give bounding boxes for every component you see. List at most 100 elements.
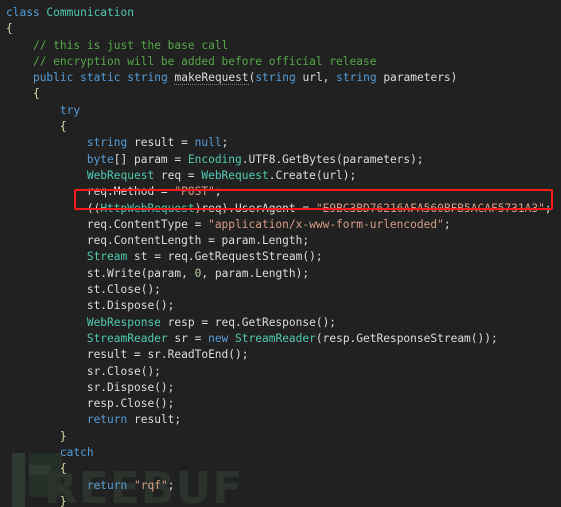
code-token: req.ContentLength = param.Length;: [86, 234, 310, 248]
code-token: static: [80, 71, 121, 85]
code-line: st.Close();: [6, 282, 561, 298]
code-token: req.ContentType =: [86, 217, 209, 231]
code-token: "rqf": [134, 478, 168, 492]
code-token: try: [59, 103, 81, 117]
code-token: public: [32, 71, 74, 85]
code-line: // encryption will be added before offic…: [6, 54, 561, 70]
code-line: return "rqf";: [6, 478, 561, 494]
code-token: // this is just the base call: [32, 38, 229, 52]
code-token: , param.Length);: [201, 266, 310, 280]
code-token: req.Method =: [86, 185, 175, 199]
code-token: makeRequest: [174, 71, 249, 86]
code-token: resp.Close();: [86, 397, 175, 411]
code-line: {: [6, 86, 561, 102]
code-token: [] param =: [113, 152, 188, 166]
code-line: try: [6, 103, 561, 119]
code-token: }: [59, 429, 67, 443]
code-token: st.Write(param,: [86, 266, 195, 280]
code-token: (resp.GetResponseStream());: [315, 331, 498, 345]
code-line: req.Method = "POST";: [6, 184, 561, 200]
code-token: WebRequest: [86, 168, 155, 182]
code-token: ;: [167, 478, 175, 492]
code-token: req =: [154, 168, 202, 182]
code-token: // encryption will be added before offic…: [32, 54, 377, 68]
code-line: sr.Close();: [6, 364, 561, 380]
code-token: parameters): [376, 71, 458, 85]
code-token: StreamReader: [235, 331, 316, 345]
code-line: }: [6, 494, 561, 507]
code-token: new: [208, 331, 229, 345]
code-token: url,: [295, 71, 337, 85]
code-token: string: [336, 71, 377, 85]
code-token: null: [194, 136, 222, 150]
code-line: catch: [6, 445, 561, 461]
code-token: string: [127, 71, 168, 85]
code-token: HttpWebRequest: [100, 201, 195, 215]
code-token: result;: [127, 413, 182, 427]
code-token: ((: [86, 201, 101, 215]
code-token: string: [255, 71, 296, 85]
code-token: st.Close();: [86, 283, 161, 297]
code-line: public static string makeRequest(string …: [6, 70, 561, 86]
code-line: string result = null;: [6, 135, 561, 151]
code-token: sr.Dispose();: [86, 380, 175, 394]
code-editor-pane: REEBUF class Communication{ // this is j…: [0, 0, 561, 507]
code-token: {: [59, 120, 67, 134]
code-token: .UTF8.GetBytes(parameters);: [241, 152, 424, 166]
code-line: Stream st = req.GetRequestStream();: [6, 249, 561, 265]
code-token: {: [59, 462, 67, 476]
code-token: resp = req.GetResponse();: [160, 315, 337, 329]
code-line: req.ContentLength = param.Length;: [6, 233, 561, 249]
code-line: }: [6, 429, 561, 445]
code-line: ((HttpWebRequest)req).UserAgent = "E9BC3…: [6, 201, 561, 217]
code-token: {: [32, 87, 40, 101]
code-token: StreamReader: [86, 331, 168, 345]
code-line: req.ContentType = "application/x-www-for…: [6, 217, 561, 233]
code-line: {: [6, 461, 561, 477]
code-token: return: [86, 413, 128, 427]
code-token: Stream: [86, 250, 128, 264]
code-token: )req).UserAgent =: [194, 201, 316, 215]
code-token: sr.Close();: [86, 364, 161, 378]
code-token: WebRequest: [201, 168, 269, 182]
code-line: // this is just the base call: [6, 38, 561, 54]
code-token: {: [6, 22, 13, 36]
code-line: st.Dispose();: [6, 298, 561, 314]
code-token: Communication: [46, 6, 134, 19]
code-token: st.Dispose();: [86, 299, 175, 313]
code-token: string: [86, 136, 128, 150]
code-token: result = sr.ReadToEnd();: [86, 348, 249, 362]
code-line: result = sr.ReadToEnd();: [6, 347, 561, 363]
code-token: "E9BC3BD76216AFA560BFB5ACAF5731A3": [315, 201, 545, 215]
code-token: .Create(url);: [268, 168, 357, 182]
code-token: Encoding: [187, 152, 242, 166]
code-token: WebResponse: [86, 315, 161, 329]
code-token: "POST": [174, 185, 215, 199]
code-token: ;: [221, 136, 229, 150]
code-token: ;: [214, 185, 222, 199]
code-token: st = req.GetRequestStream();: [127, 250, 323, 264]
code-line: class Communication: [6, 5, 561, 21]
source-code-block[interactable]: class Communication{ // this is just the…: [0, 0, 561, 507]
code-token: ;: [443, 217, 451, 231]
code-line: WebRequest req = WebRequest.Create(url);: [6, 168, 561, 184]
code-line: WebResponse resp = req.GetResponse();: [6, 315, 561, 331]
code-token: class: [6, 6, 47, 19]
code-token: return: [86, 478, 128, 492]
code-line: StreamReader sr = new StreamReader(resp.…: [6, 331, 561, 347]
code-line: return result;: [6, 412, 561, 428]
code-token: sr =: [167, 331, 209, 345]
code-line: st.Write(param, 0, param.Length);: [6, 266, 561, 282]
code-token: ;: [544, 201, 552, 215]
code-line: sr.Dispose();: [6, 380, 561, 396]
code-line: byte[] param = Encoding.UTF8.GetBytes(pa…: [6, 152, 561, 168]
code-line: {: [6, 21, 561, 37]
code-line: {: [6, 119, 561, 135]
code-token: }: [59, 494, 67, 507]
code-token: byte: [86, 152, 114, 166]
code-line: resp.Close();: [6, 396, 561, 412]
code-token: result =: [127, 136, 195, 150]
code-token: "application/x-www-form-urlencoded": [208, 217, 444, 231]
code-token: catch: [59, 446, 94, 460]
